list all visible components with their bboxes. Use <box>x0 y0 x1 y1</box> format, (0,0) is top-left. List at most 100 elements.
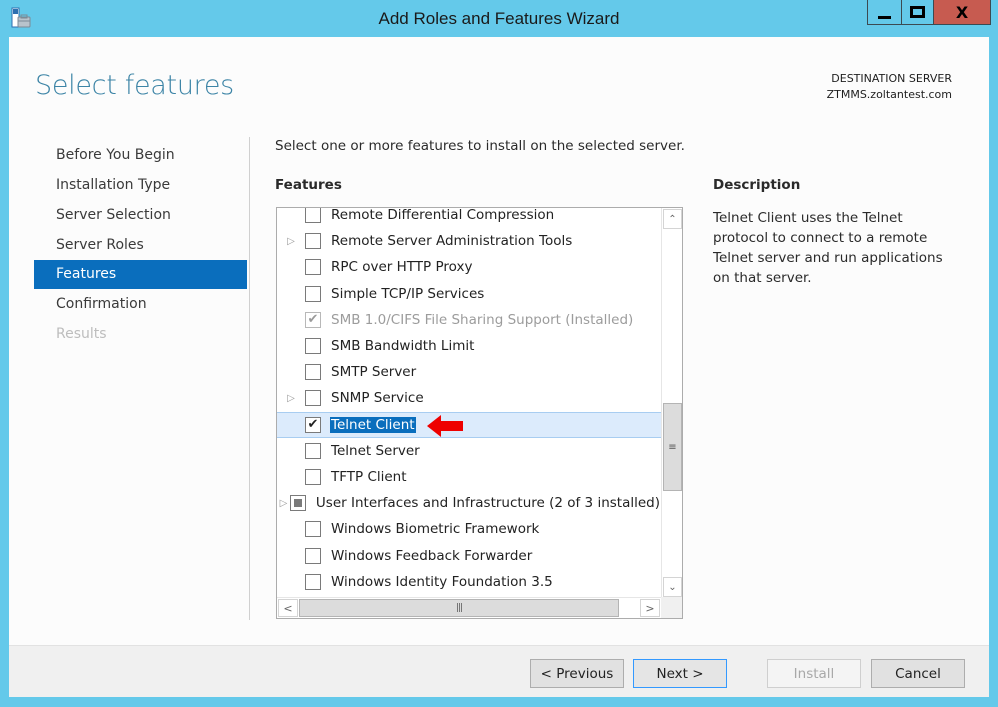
chevron-down-icon: ⌄ <box>668 581 677 593</box>
close-icon: X <box>955 2 969 22</box>
expand-arrow-icon[interactable]: ▷ <box>277 236 305 247</box>
maximize-button[interactable] <box>902 0 934 24</box>
nav-confirmation[interactable]: Confirmation <box>34 289 247 319</box>
feature-row[interactable]: ✔ Telnet Client <box>277 411 661 438</box>
chevron-right-icon: > <box>645 601 655 615</box>
description-text: Telnet Client uses the Telnet protocol t… <box>713 210 943 286</box>
feature-checkbox[interactable] <box>305 259 321 276</box>
instruction-text: Select one or more features to install o… <box>275 138 685 154</box>
feature-row[interactable]: Windows Feedback Forwarder <box>277 542 661 568</box>
feature-label: Windows Identity Foundation 3.5 <box>331 573 553 590</box>
expand-arrow-icon[interactable]: ▷ <box>277 393 305 404</box>
checkmark-icon: ✔ <box>307 312 319 328</box>
vertical-scrollbar[interactable]: ⌃ ≡ ⌄ <box>661 208 682 598</box>
feature-label: Windows Biometric Framework <box>331 521 540 538</box>
features-heading: Features <box>275 177 342 193</box>
partial-check-icon <box>293 499 302 508</box>
features-rows: Remote Differential Compression ▷ Remote S… <box>277 207 661 595</box>
feature-label: Telnet Server <box>331 442 420 459</box>
scroll-down-button[interactable]: ⌄ <box>663 577 682 597</box>
feature-label: SNMP Service <box>331 390 424 407</box>
destination-server: DESTINATION SERVER ZTMMS.zoltantest.com <box>827 71 952 103</box>
destination-label: DESTINATION SERVER <box>831 72 952 85</box>
feature-checkbox[interactable] <box>305 338 321 355</box>
feature-row[interactable]: Simple TCP/IP Services <box>277 281 661 307</box>
description-heading: Description <box>713 177 801 193</box>
grip-icon: ||| <box>455 603 463 613</box>
expand-arrow-icon[interactable]: ▷ <box>277 498 290 509</box>
wizard-footer: < Previous Next > Install Cancel <box>9 645 989 697</box>
feature-label: RPC over HTTP Proxy <box>331 259 473 276</box>
feature-row[interactable]: RPC over HTTP Proxy <box>277 254 661 280</box>
feature-row[interactable]: TFTP Client <box>277 464 661 490</box>
grip-icon: ≡ <box>668 441 677 453</box>
horizontal-scroll-thumb[interactable]: ||| <box>299 599 619 617</box>
page-title: Select features <box>35 70 234 101</box>
window-title: Add Roles and Features Wizard <box>378 9 620 28</box>
nav-features[interactable]: Features <box>34 260 247 289</box>
feature-row[interactable]: ▷ Remote Server Administration Tools <box>277 228 661 254</box>
feature-row[interactable]: Remote Differential Compression <box>277 207 661 228</box>
feature-label: SMB 1.0/CIFS File Sharing Support (Insta… <box>331 311 634 328</box>
feature-row[interactable]: Windows Biometric Framework <box>277 516 661 542</box>
scroll-right-button[interactable]: > <box>640 599 660 617</box>
feature-row[interactable]: ▷ SNMP Service <box>277 385 661 411</box>
minimize-icon <box>878 15 891 19</box>
nav-results: Results <box>56 326 107 342</box>
close-button[interactable]: X <box>934 0 990 24</box>
feature-checkbox[interactable] <box>305 208 321 224</box>
feature-label: Simple TCP/IP Services <box>331 285 485 302</box>
feature-row[interactable]: SMTP Server <box>277 359 661 385</box>
next-button[interactable]: Next > <box>633 659 727 688</box>
nav-before-you-begin[interactable]: Before You Begin <box>34 140 247 170</box>
feature-label: Remote Server Administration Tools <box>331 233 573 250</box>
feature-label: SMB Bandwidth Limit <box>331 338 475 355</box>
feature-checkbox[interactable] <box>305 364 321 381</box>
title-bar: Add Roles and Features Wizard X <box>0 0 998 37</box>
scrollbar-corner <box>661 597 682 618</box>
feature-checkbox: ✔ <box>305 311 321 328</box>
maximize-icon <box>910 6 925 18</box>
feature-checkbox[interactable] <box>305 285 321 302</box>
sidebar-divider <box>249 137 250 620</box>
feature-checkbox[interactable] <box>305 390 321 407</box>
vertical-scroll-thumb[interactable]: ≡ <box>663 403 682 491</box>
feature-checkbox[interactable] <box>305 468 321 485</box>
feature-row[interactable]: Windows Identity Foundation 3.5 <box>277 569 661 595</box>
feature-checkbox[interactable] <box>305 573 321 590</box>
checkmark-icon: ✔ <box>307 417 319 433</box>
previous-button[interactable]: < Previous <box>530 659 624 688</box>
minimize-button[interactable] <box>868 0 902 24</box>
nav-server-roles[interactable]: Server Roles <box>34 230 247 260</box>
nav-installation-type[interactable]: Installation Type <box>34 170 247 200</box>
feature-checkbox[interactable] <box>305 547 321 564</box>
feature-checkbox[interactable] <box>305 442 321 459</box>
chevron-left-icon: < <box>283 601 293 615</box>
feature-label: User Interfaces and Infrastructure (2 of… <box>315 495 660 512</box>
feature-row[interactable]: SMB Bandwidth Limit <box>277 333 661 359</box>
feature-label: Remote Differential Compression <box>331 207 555 224</box>
install-button: Install <box>767 659 861 688</box>
feature-checkbox[interactable] <box>305 233 321 250</box>
feature-label: Telnet Client <box>330 416 416 433</box>
red-arrow-annotation-icon <box>427 414 463 437</box>
features-list[interactable]: Remote Differential Compression ▷ Remote S… <box>276 207 683 619</box>
cancel-button[interactable]: Cancel <box>871 659 965 688</box>
scroll-up-button[interactable]: ⌃ <box>663 209 682 229</box>
feature-checkbox[interactable] <box>289 495 306 512</box>
feature-label: SMTP Server <box>331 364 417 381</box>
feature-checkbox[interactable]: ✔ <box>305 416 321 433</box>
scroll-left-button[interactable]: < <box>278 599 298 617</box>
feature-label: Windows Feedback Forwarder <box>331 547 533 564</box>
window-controls: X <box>867 0 991 25</box>
feature-row[interactable]: ✔ SMB 1.0/CIFS File Sharing Support (Inst… <box>277 307 661 333</box>
nav-server-selection[interactable]: Server Selection <box>34 200 247 230</box>
horizontal-scrollbar[interactable]: < ||| > <box>277 597 661 618</box>
feature-row[interactable]: ▷ User Interfaces and Infrastructure (2 o… <box>277 490 661 516</box>
feature-row[interactable]: Telnet Server <box>277 438 661 464</box>
wizard-steps-nav: Before You Begin Installation Type Serve… <box>34 140 247 349</box>
wizard-client-area: Select features DESTINATION SERVER ZTMMS… <box>9 37 989 697</box>
feature-checkbox[interactable] <box>305 521 321 538</box>
feature-label: TFTP Client <box>331 468 407 485</box>
chevron-up-icon: ⌃ <box>668 213 677 225</box>
